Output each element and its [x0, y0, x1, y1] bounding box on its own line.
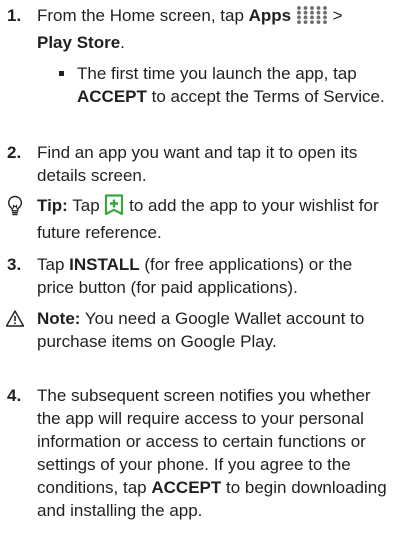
step-text-part: > — [327, 6, 343, 25]
step-number: 3. — [7, 255, 22, 274]
note-block: Note: You need a Google Wallet account t… — [0, 307, 389, 353]
step-2: 2. Find an app you want and tap it to op… — [0, 141, 389, 187]
step-text-part: . — [120, 33, 125, 52]
tip-block: Tip: Tap to add the app to your wishlist… — [0, 194, 389, 244]
step-number: 2. — [7, 143, 22, 162]
step-4: 4. The subsequent screen notifies you wh… — [0, 384, 389, 522]
step-text-part: From the Home screen, tap — [37, 6, 249, 25]
substep-text-part: The first time you launch the app, tap — [77, 64, 357, 83]
accept-label: ACCEPT — [151, 478, 222, 497]
step-number: 4. — [7, 386, 22, 405]
substep-text-part: to accept the Terms of Service. — [146, 87, 385, 106]
step-text: Find an app you want and tap it to open … — [37, 143, 358, 185]
apps-grid-icon — [296, 5, 328, 31]
accept-label: ACCEPT — [77, 87, 147, 106]
wishlist-add-icon — [104, 194, 124, 221]
step-text: Tap INSTALL (for free applications) or t… — [37, 253, 389, 299]
instructions-page: 1. From the Home screen, tap Apps > Play… — [0, 0, 395, 549]
step-text-part: Tap — [37, 255, 70, 274]
step-text: From the Home screen, tap Apps > Play St… — [37, 4, 389, 54]
bullet-square — [59, 71, 64, 76]
apps-label: Apps — [248, 6, 292, 25]
tip-label: Tip: — [37, 196, 68, 215]
note-label: Note: — [37, 309, 81, 328]
tip-text: Tip: Tap to add the app to your wishlist… — [37, 194, 389, 244]
tip-text-part: Tap — [67, 196, 105, 215]
note-text-part: You need a Google Wallet account to purc… — [37, 309, 365, 351]
install-label: INSTALL — [69, 255, 140, 274]
step-1: 1. From the Home screen, tap Apps > Play… — [0, 4, 389, 54]
lightbulb-icon — [5, 195, 27, 217]
step-text: The subsequent screen notifies you wheth… — [37, 384, 389, 522]
substep-text: The first time you launch the app, tap A… — [77, 62, 389, 108]
step-number: 1. — [7, 6, 22, 25]
substep-1: The first time you launch the app, tap A… — [0, 62, 389, 108]
note-text: Note: You need a Google Wallet account t… — [37, 307, 389, 353]
step-3: 3. Tap INSTALL (for free applications) o… — [0, 253, 389, 299]
play-store-label: Play Store — [37, 33, 121, 52]
warning-triangle-icon — [5, 309, 27, 331]
